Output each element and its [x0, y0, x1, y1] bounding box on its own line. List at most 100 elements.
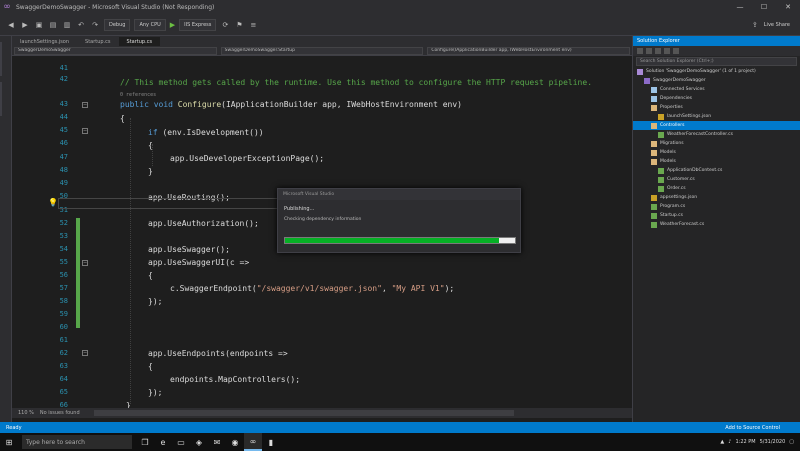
solution-search-input[interactable]: Search Solution Explorer (Ctrl+;): [636, 57, 797, 66]
dep-icon: [651, 95, 657, 102]
undo-icon[interactable]: ↶: [76, 20, 86, 30]
save-icon[interactable]: ▤: [48, 20, 58, 30]
close-button[interactable]: ✕: [776, 0, 800, 14]
class-dropdown[interactable]: SwaggerDemoSwagger.Startup: [220, 46, 424, 55]
mail-icon[interactable]: ✉: [208, 433, 226, 451]
tab-startup[interactable]: Startup.cs: [118, 37, 161, 46]
fold-toggle-icon[interactable]: −: [82, 260, 88, 266]
back-icon[interactable]: ◀: [6, 20, 16, 30]
line-number: 61: [59, 336, 68, 344]
volume-icon[interactable]: ♪: [728, 439, 731, 445]
tree-item[interactable]: Solution 'SwaggerDemoSwagger' (1 of 1 pr…: [633, 67, 800, 76]
tree-item[interactable]: Program.cs: [633, 202, 800, 211]
indent-guide: [130, 118, 131, 404]
clock-time[interactable]: 1:22 PM: [735, 439, 755, 445]
window-controls: — ☐ ✕: [728, 0, 800, 14]
dialog-detail: Checking dependency information: [284, 217, 362, 222]
line-number: 47: [59, 153, 68, 161]
file-explorer-icon[interactable]: ▭: [172, 433, 190, 451]
store-icon[interactable]: ◈: [190, 433, 208, 451]
redo-icon[interactable]: ↷: [90, 20, 100, 30]
new-file-icon[interactable]: ▣: [34, 20, 44, 30]
task-view-icon[interactable]: ❐: [136, 433, 154, 451]
refresh-icon[interactable]: ⟳: [220, 20, 230, 30]
fold-toggle-icon[interactable]: −: [82, 102, 88, 108]
tree-item[interactable]: Connected Services: [633, 85, 800, 94]
window-title: SwaggerDemoSwagger - Microsoft Visual St…: [16, 3, 215, 11]
dialog-title: Microsoft Visual Studio: [278, 189, 520, 200]
lightbulb-icon[interactable]: 💡: [48, 199, 58, 207]
zoom-dropdown[interactable]: 110 %: [18, 410, 34, 416]
member-dropdown[interactable]: Configure(IApplicationBuilder app, IWebH…: [427, 46, 631, 55]
issues-indicator[interactable]: No issues found: [40, 410, 80, 416]
live-share-button[interactable]: Live Share: [764, 22, 790, 28]
tree-item[interactable]: Customer.cs: [633, 175, 800, 184]
source-control-button[interactable]: Add to Source Control: [725, 425, 800, 431]
notifications-icon[interactable]: ▢: [789, 439, 794, 445]
tree-item[interactable]: Migrations: [633, 139, 800, 148]
chrome-icon[interactable]: ◉: [226, 433, 244, 451]
line-number: 41: [59, 64, 68, 72]
minimize-button[interactable]: —: [728, 0, 752, 14]
tree-item-label: Program.cs: [660, 204, 686, 209]
tab-startup-preview[interactable]: Startup.cs: [77, 37, 119, 46]
publish-progress-dialog: Microsoft Visual Studio Publishing... Ch…: [277, 188, 521, 253]
json-icon: [651, 194, 657, 201]
editor-gutter: 41 42 43 44 45 46 47 48 49 50 51 52 53 5…: [12, 56, 90, 408]
tree-item[interactable]: WeatherForecastController.cs: [633, 130, 800, 139]
collapse-icon[interactable]: [664, 48, 670, 54]
tree-item[interactable]: Models: [633, 157, 800, 166]
run-target-button[interactable]: IIS Express: [179, 18, 217, 31]
tree-item[interactable]: Models: [633, 148, 800, 157]
visual-studio-taskbar-icon[interactable]: ∞: [244, 433, 262, 451]
tree-item[interactable]: Dependencies: [633, 94, 800, 103]
sync-icon[interactable]: [646, 48, 652, 54]
maximize-button[interactable]: ☐: [752, 0, 776, 14]
tree-item[interactable]: appsettings.json: [633, 193, 800, 202]
tree-item[interactable]: WeatherForecast.cs: [633, 220, 800, 229]
dep-icon: [651, 86, 657, 93]
bookmark-icon[interactable]: ⚑: [234, 20, 244, 30]
properties-icon[interactable]: [673, 48, 679, 54]
terminal-icon[interactable]: ▮: [262, 433, 280, 451]
run-icon[interactable]: ▶: [170, 21, 175, 29]
start-icon[interactable]: ⊞: [0, 433, 18, 451]
project-dropdown[interactable]: SwaggerDemoSwagger: [14, 46, 217, 55]
folder-icon: [651, 104, 657, 111]
cs-icon: [658, 176, 664, 183]
horizontal-scrollbar[interactable]: [93, 410, 514, 416]
line-number: 46: [59, 139, 68, 147]
cs-icon: [651, 221, 657, 228]
taskbar-search-input[interactable]: Type here to search: [22, 435, 132, 449]
tab-launch-settings[interactable]: launchSettings.json: [12, 37, 77, 46]
code-line: }: [126, 401, 131, 408]
code-lens-references[interactable]: 0 references: [120, 92, 156, 98]
platform-dropdown[interactable]: Any CPU: [134, 18, 166, 31]
forward-icon[interactable]: ▶: [20, 20, 30, 30]
home-icon[interactable]: [637, 48, 643, 54]
tree-item[interactable]: Controllers: [633, 121, 800, 130]
edge-icon[interactable]: e: [154, 433, 172, 451]
clock-date[interactable]: 5/31/2020: [760, 439, 786, 445]
network-icon[interactable]: ▲: [720, 439, 724, 445]
line-number: 49: [59, 179, 68, 187]
fold-toggle-icon[interactable]: −: [82, 350, 88, 356]
tree-item[interactable]: Order.cs: [633, 184, 800, 193]
refresh-icon[interactable]: [655, 48, 661, 54]
tree-item[interactable]: ApplicationDbContext.cs: [633, 166, 800, 175]
line-number: 44: [59, 113, 68, 121]
comment-icon[interactable]: ≡: [248, 20, 258, 30]
solution-explorer-toolbar: [633, 46, 800, 56]
server-explorer-tab[interactable]: [0, 42, 12, 76]
save-all-icon[interactable]: ▥: [62, 20, 72, 30]
tree-item[interactable]: launchSettings.json: [633, 112, 800, 121]
tree-item[interactable]: Properties: [633, 103, 800, 112]
toolbox-tab[interactable]: [0, 82, 12, 116]
status-bar: Ready Add to Source Control: [0, 422, 800, 433]
configuration-dropdown[interactable]: Debug: [104, 18, 131, 31]
fold-toggle-icon[interactable]: −: [82, 128, 88, 134]
tree-item[interactable]: SwaggerDemoSwagger: [633, 76, 800, 85]
line-number: 52: [59, 219, 68, 227]
code-line: {: [148, 362, 153, 371]
tree-item[interactable]: Startup.cs: [633, 211, 800, 220]
